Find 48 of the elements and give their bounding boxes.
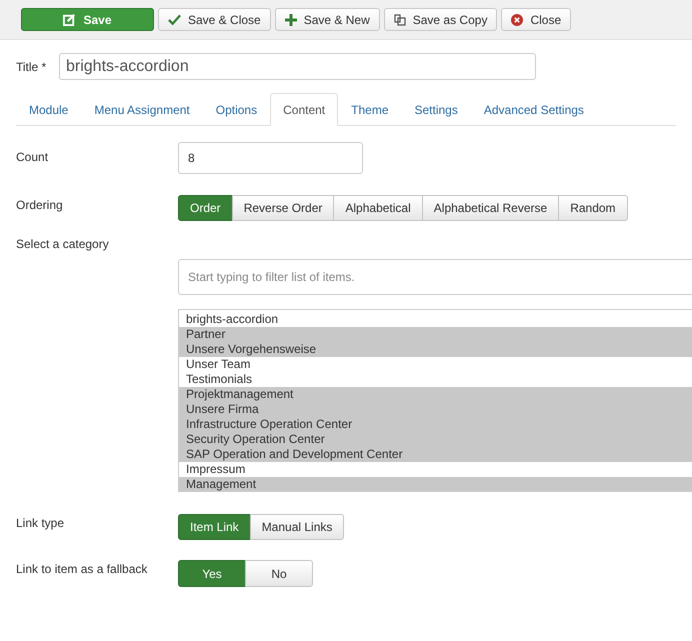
tab[interactable]: Module xyxy=(16,93,82,126)
list-item[interactable]: Impressum xyxy=(179,462,692,477)
list-item[interactable]: brights-accordion xyxy=(179,312,692,327)
category-list[interactable] xyxy=(178,309,692,492)
category-label: Select a category xyxy=(16,236,110,253)
option-button[interactable]: Item Link xyxy=(178,514,251,540)
filter-field[interactable]: Start typing to filter list of items. xyxy=(178,259,692,295)
link-type-label: Link type xyxy=(16,515,66,532)
toolbar-button[interactable]: Save & New xyxy=(274,8,380,31)
list-item[interactable]: Partner xyxy=(179,327,692,342)
toolbar-button[interactable]: Save as Copy xyxy=(384,8,498,31)
plus-icon xyxy=(284,14,297,26)
copy-icon xyxy=(394,14,406,26)
toggle-button[interactable]: Yes xyxy=(178,560,246,587)
title-field[interactable]: brights-accordion xyxy=(59,53,536,80)
list-item[interactable]: Projektmanagement xyxy=(179,387,692,402)
list-item[interactable]: SAP Operation and Development Center xyxy=(179,447,692,462)
list-item[interactable]: Security Operation Center xyxy=(179,432,692,447)
option-button[interactable]: Manual Links xyxy=(250,514,344,540)
option-button[interactable]: Random xyxy=(558,195,628,221)
option-button[interactable]: Alphabetical xyxy=(333,195,423,221)
option-button[interactable]: Reverse Order xyxy=(232,195,334,221)
list-item[interactable]: Unsere Firma xyxy=(179,402,692,417)
list-item[interactable]: Unsere Vorgehensweise xyxy=(179,342,692,357)
close-icon xyxy=(511,14,524,26)
count-field[interactable]: 8 xyxy=(178,142,363,174)
list-item[interactable]: Management xyxy=(179,477,692,491)
ordering-label: Ordering xyxy=(16,197,64,214)
tab[interactable]: Advanced Settings xyxy=(470,93,597,126)
toolbar-button[interactable]: Save & Close xyxy=(158,8,271,31)
tab[interactable]: Options xyxy=(202,93,270,126)
check-icon xyxy=(168,14,181,26)
count-label: Count xyxy=(16,149,50,166)
toolbar-button[interactable]: Close xyxy=(501,8,572,31)
option-button[interactable]: Order xyxy=(178,195,233,221)
list-item[interactable]: Testimonials xyxy=(179,372,692,387)
fallback-label: Link to item as a fallback xyxy=(16,561,148,578)
tab[interactable]: Content xyxy=(270,93,338,126)
list-item[interactable]: Unser Team xyxy=(179,357,692,372)
tab[interactable]: Theme xyxy=(338,93,402,126)
toggle-button[interactable]: No xyxy=(245,560,313,587)
tab[interactable]: Menu Assignment xyxy=(81,93,203,126)
toolbar-button[interactable]: Save xyxy=(21,8,154,31)
tab[interactable]: Settings xyxy=(402,93,471,126)
title-label: Title * xyxy=(16,59,48,76)
list-item[interactable]: Infrastructure Operation Center xyxy=(179,417,692,432)
edit-icon xyxy=(63,13,76,26)
option-button[interactable]: Alphabetical Reverse xyxy=(422,195,560,221)
